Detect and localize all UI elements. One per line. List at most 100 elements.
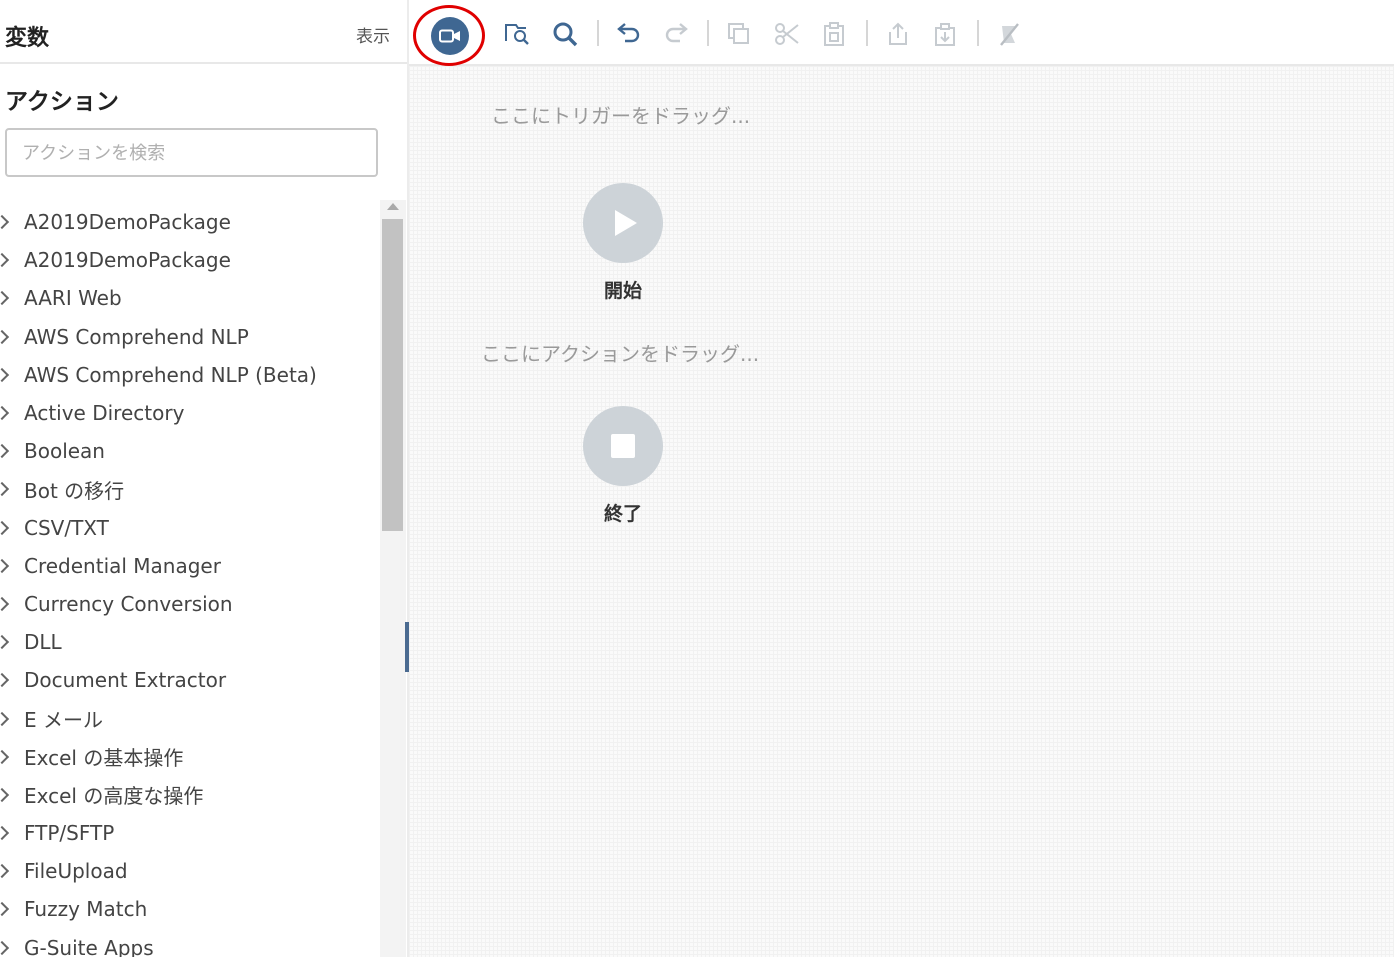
action-item-label: AWS Comprehend NLP: [24, 324, 249, 349]
start-node-label: 開始: [603, 280, 642, 302]
toolbar-separator: [977, 20, 979, 46]
action-item-label: Document Extractor: [24, 668, 227, 693]
action-item-label: FTP/SFTP: [24, 821, 115, 846]
redo-icon: [665, 23, 688, 43]
end-node-label: 終了: [603, 503, 642, 525]
disable-icon: [1000, 23, 1019, 46]
play-icon: [615, 210, 637, 236]
action-item[interactable]: DLL: [0, 623, 378, 661]
action-item[interactable]: Currency Conversion: [0, 585, 378, 623]
action-item[interactable]: E メール: [0, 699, 378, 737]
action-item[interactable]: Fuzzy Match: [0, 890, 378, 928]
action-item-label: A2019DemoPackage: [24, 248, 231, 273]
flow-canvas[interactable]: ここにトリガーをドラッグ... 開始 ここにアクションをドラッグ... 終了: [409, 66, 1394, 957]
action-item-label: CSV/TXT: [24, 515, 109, 540]
copy-button[interactable]: [723, 18, 755, 50]
toolbar-separator: [597, 20, 599, 46]
action-item-label: Boolean: [24, 439, 105, 464]
action-item[interactable]: Excel の高度な操作: [0, 776, 378, 814]
chevron-right-icon: [0, 405, 10, 421]
chevron-right-icon: [0, 940, 10, 955]
import-icon: [935, 23, 955, 46]
import-button[interactable]: [929, 18, 961, 50]
chevron-right-icon: [0, 558, 10, 573]
action-item-label: Bot の移行: [24, 478, 125, 503]
undo-button[interactable]: [613, 18, 645, 50]
paste-icon: [824, 22, 844, 46]
action-item[interactable]: AARI Web: [0, 279, 378, 317]
chevron-right-icon: [0, 520, 10, 535]
chevron-right-icon: [0, 749, 10, 764]
chevron-right-icon: [0, 253, 10, 268]
left-panel: 変数 表示 アクション A2019DemoPackage A2019DemoPa…: [0, 0, 407, 957]
action-item-label: AARI Web: [24, 286, 122, 311]
actions-title: アクション: [5, 89, 119, 115]
find-in-flow-icon: [505, 24, 529, 45]
action-item[interactable]: Boolean: [0, 432, 378, 470]
action-item-label: AWS Comprehend NLP (Beta): [24, 362, 317, 387]
toolbar-separator: [866, 20, 868, 46]
chevron-right-icon: [0, 787, 10, 802]
action-item-label: Credential Manager: [24, 553, 221, 578]
copy-icon: [728, 23, 749, 44]
redo-button[interactable]: [660, 18, 692, 50]
toolbar-separator: [707, 20, 709, 46]
start-node[interactable]: [583, 183, 663, 263]
disable-button[interactable]: [993, 18, 1025, 50]
chevron-right-icon: [0, 291, 10, 306]
action-list: A2019DemoPackage A2019DemoPackage AARI W…: [0, 203, 378, 957]
chevron-right-icon: [0, 367, 10, 382]
variables-title: 変数: [5, 26, 50, 51]
chevron-right-icon: [0, 711, 10, 726]
action-search-box[interactable]: [5, 128, 378, 177]
trigger-drop-zone[interactable]: ここにトリガーをドラッグ...: [491, 100, 750, 129]
scroll-thumb[interactable]: [382, 219, 403, 531]
chevron-right-icon: [0, 482, 10, 497]
export-button[interactable]: [882, 18, 914, 50]
chevron-right-icon: [0, 596, 10, 612]
action-item-label: A2019DemoPackage: [24, 210, 231, 235]
action-list-scrollbar[interactable]: [380, 200, 406, 957]
action-item[interactable]: AWS Comprehend NLP: [0, 318, 378, 356]
cut-button[interactable]: [771, 18, 803, 50]
action-drop-zone[interactable]: ここにアクションをドラッグ...: [481, 338, 759, 367]
action-search-input[interactable]: [20, 130, 364, 176]
action-item[interactable]: Bot の移行: [0, 470, 378, 508]
action-item[interactable]: Document Extractor: [0, 661, 378, 699]
action-item[interactable]: Excel の基本操作: [0, 738, 378, 776]
cut-icon: [775, 23, 799, 45]
paste-button[interactable]: [818, 18, 850, 50]
record-highlight-circle: [413, 5, 485, 66]
action-item-label: Excel の基本操作: [24, 746, 184, 771]
chevron-right-icon: [0, 673, 10, 688]
action-item[interactable]: Credential Manager: [0, 547, 378, 585]
end-node[interactable]: [583, 406, 663, 486]
action-item[interactable]: AWS Comprehend NLP (Beta): [0, 356, 378, 394]
search-button[interactable]: [549, 18, 581, 50]
scroll-up-arrow-icon[interactable]: [387, 203, 399, 210]
action-item[interactable]: G-Suite Apps: [0, 929, 378, 957]
action-item-label: Fuzzy Match: [24, 897, 148, 922]
chevron-right-icon: [0, 635, 10, 650]
action-item-label: DLL: [24, 630, 62, 655]
action-item[interactable]: A2019DemoPackage: [0, 241, 378, 279]
action-item[interactable]: Active Directory: [0, 394, 378, 432]
action-item-label: G-Suite Apps: [24, 935, 154, 957]
action-item[interactable]: FileUpload: [0, 852, 378, 890]
show-variables-link[interactable]: 表示: [356, 22, 390, 47]
chevron-right-icon: [0, 864, 10, 879]
find-in-flow-button[interactable]: [501, 18, 533, 50]
action-item[interactable]: CSV/TXT: [0, 509, 378, 547]
action-item-label: FileUpload: [24, 859, 128, 884]
action-item-label: Excel の高度な操作: [24, 784, 204, 809]
undo-icon: [617, 23, 640, 43]
chevron-right-icon: [0, 329, 10, 344]
action-item-label: E メール: [24, 708, 103, 733]
variables-header: 変数 表示: [0, 0, 407, 64]
stop-icon: [611, 434, 635, 458]
chevron-right-icon: [0, 826, 10, 841]
export-icon: [889, 22, 907, 45]
chevron-right-icon: [0, 902, 10, 917]
action-item[interactable]: FTP/SFTP: [0, 814, 378, 852]
action-item[interactable]: A2019DemoPackage: [0, 203, 378, 241]
